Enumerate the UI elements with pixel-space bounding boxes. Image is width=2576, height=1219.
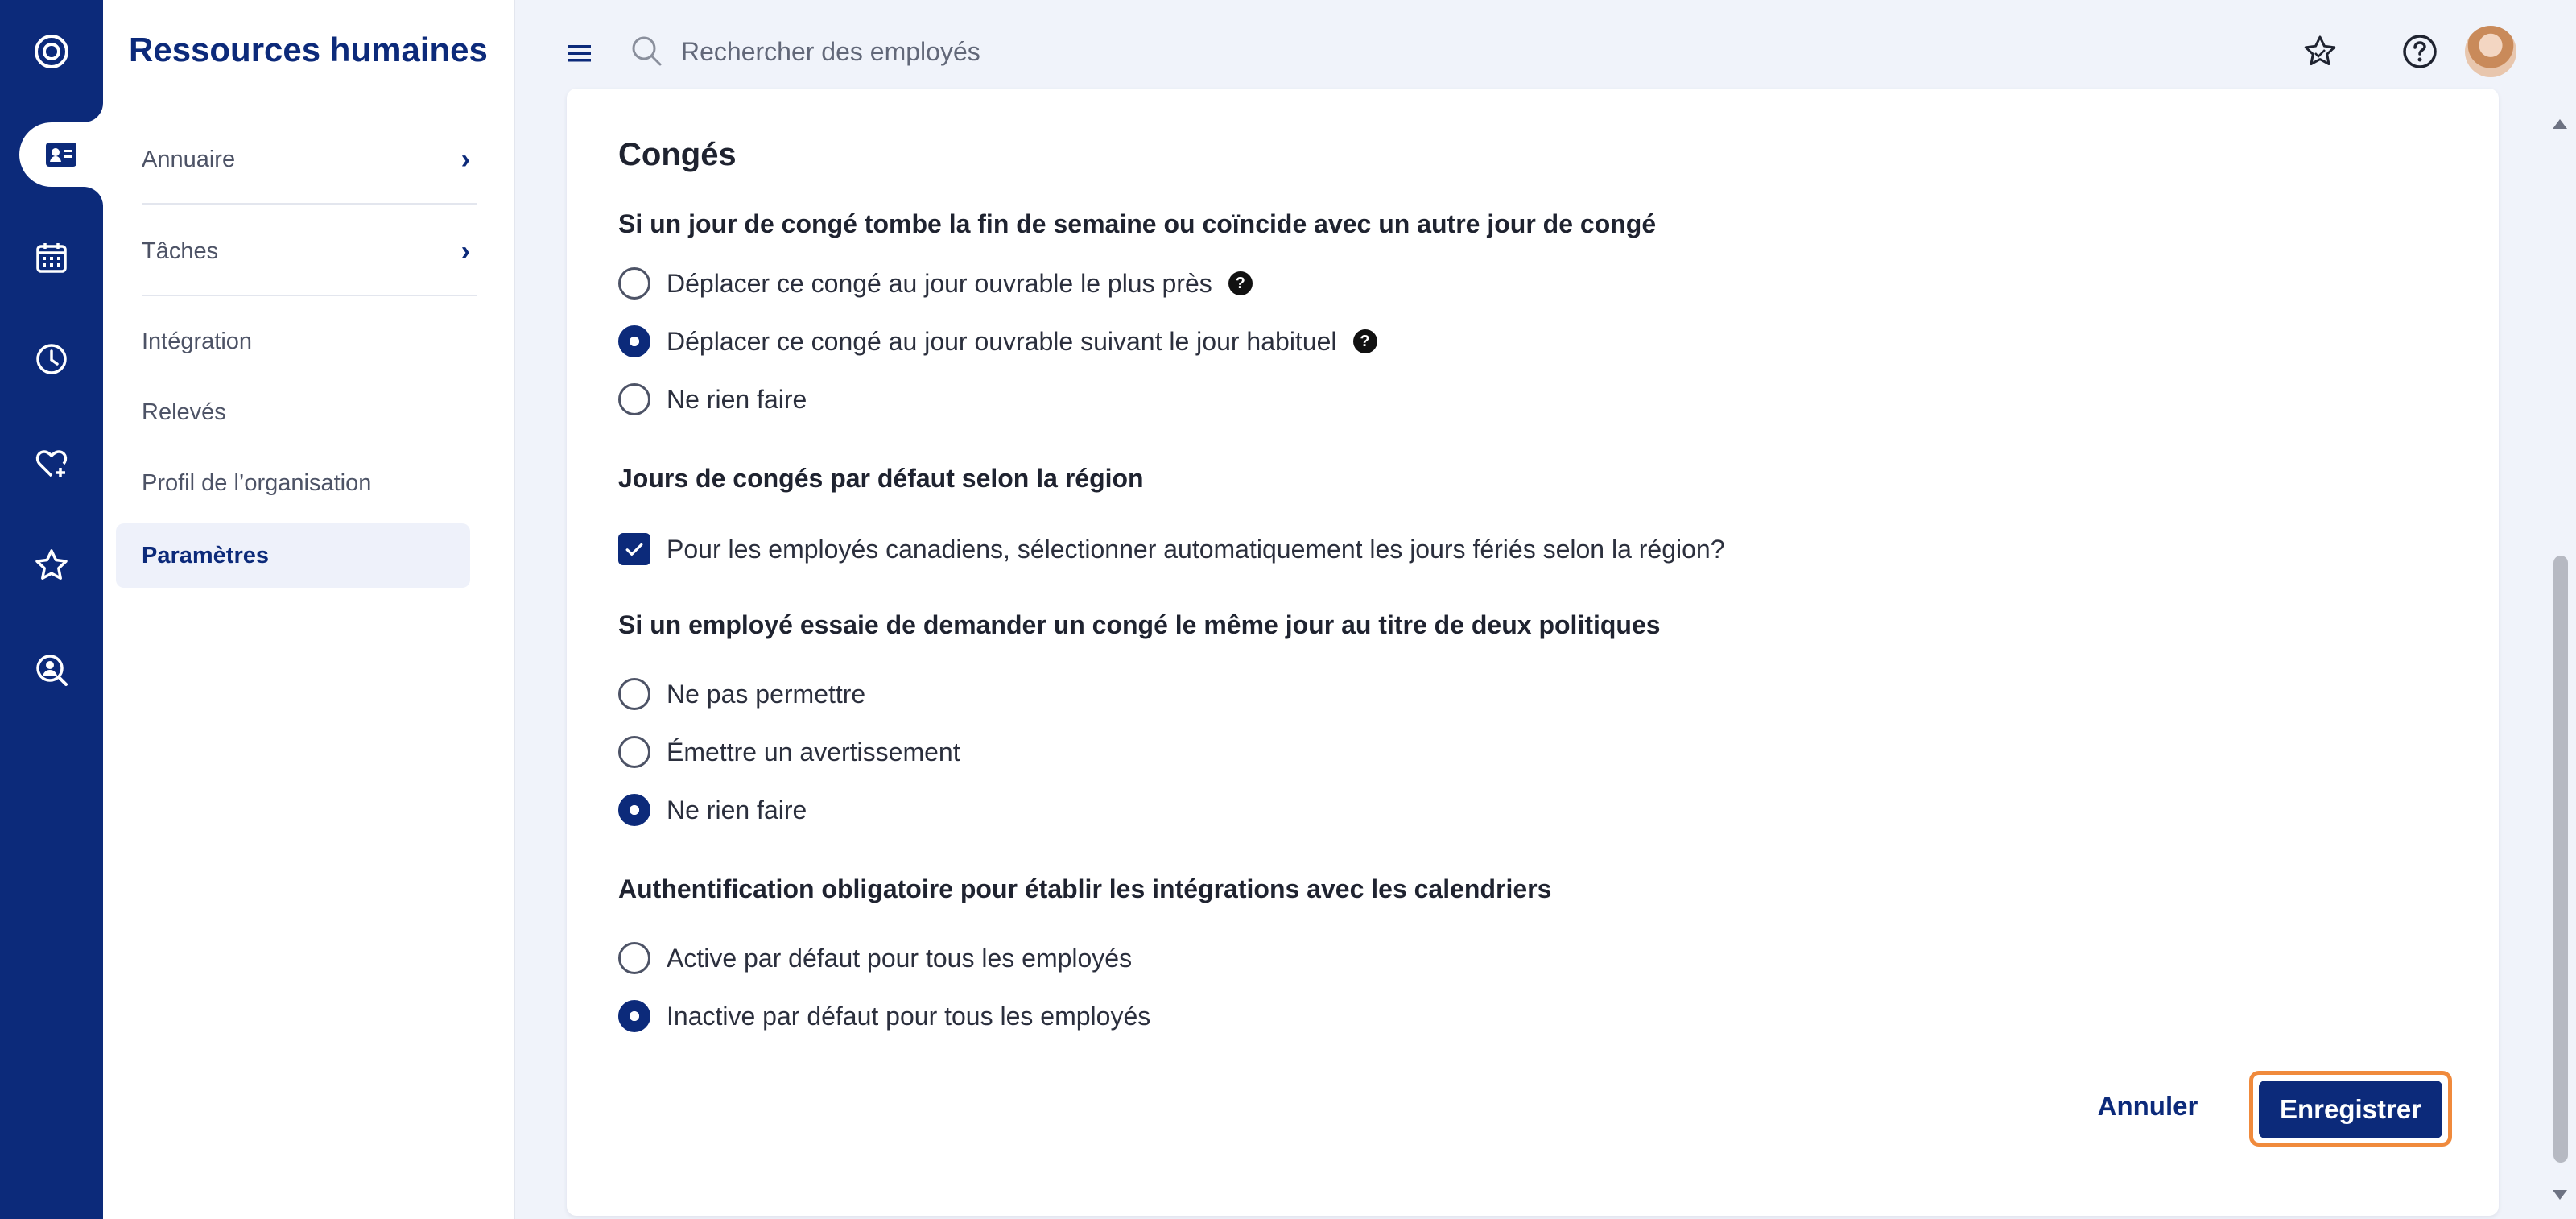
- section-sidebar: Ressources humaines Annuaire › Tâches › …: [103, 0, 515, 1219]
- employee-card-icon: [46, 143, 76, 167]
- option-label: Émettre un avertissement: [667, 737, 960, 767]
- radio-option[interactable]: Ne rien faire: [618, 380, 807, 419]
- radio-button[interactable]: [618, 736, 650, 768]
- divider: [142, 203, 477, 205]
- radio-button[interactable]: [618, 678, 650, 710]
- app-rail: [0, 0, 103, 1219]
- option-label: Déplacer ce congé au jour ouvrable suiva…: [667, 326, 1337, 356]
- calendar-icon: [36, 243, 67, 273]
- radio-button[interactable]: [618, 267, 650, 300]
- radio-button-selected[interactable]: [618, 325, 650, 357]
- star-icon: [35, 549, 68, 580]
- avatar[interactable]: [2465, 26, 2516, 77]
- scroll-up-arrow-icon[interactable]: [2553, 119, 2567, 129]
- search-icon: [632, 36, 662, 66]
- rail-item-directory[interactable]: [19, 122, 103, 187]
- sidebar-item-releves[interactable]: Relevés: [142, 399, 226, 426]
- settings-card: Congés Si un jour de congé tombe la fin …: [567, 89, 2499, 1216]
- radio-option[interactable]: Émettre un avertissement: [618, 733, 960, 771]
- rail-active-corner-top: [84, 103, 103, 122]
- rail-item-wellness[interactable]: [0, 432, 103, 496]
- radio-button[interactable]: [618, 383, 650, 415]
- favorites-button[interactable]: [2296, 27, 2344, 76]
- menu-icon[interactable]: [564, 37, 596, 69]
- search-person-icon: [36, 655, 68, 686]
- option-label: Déplacer ce congé au jour ouvrable le pl…: [667, 268, 1212, 298]
- divider: [142, 295, 477, 296]
- radio-option[interactable]: Ne rien faire: [618, 791, 807, 829]
- checkbox-option[interactable]: Pour les employés canadiens, sélectionne…: [618, 530, 1725, 568]
- clock-icon: [36, 344, 67, 374]
- section-title: Congés: [618, 137, 737, 172]
- radio-option[interactable]: Active par défaut pour tous les employés: [618, 939, 1132, 977]
- heart-plus-icon: [35, 450, 68, 477]
- sidebar-item-parametres[interactable]: Paramètres: [116, 523, 470, 588]
- checkbox-checked[interactable]: [618, 533, 650, 565]
- logo-icon[interactable]: [0, 19, 103, 84]
- option-label: Pour les employés canadiens, sélectionne…: [667, 534, 1725, 564]
- search-input[interactable]: [681, 29, 1406, 74]
- question-label: Si un jour de congé tombe la fin de sema…: [618, 209, 1657, 238]
- help-button[interactable]: [2396, 27, 2444, 76]
- question-label: Authentification obligatoire pour établi…: [618, 874, 1552, 903]
- chevron-right-icon: ›: [460, 143, 470, 175]
- option-label: Ne pas permettre: [667, 679, 866, 709]
- sidebar-item-integration[interactable]: Intégration: [142, 329, 252, 355]
- question-label: Jours de congés par défaut selon la régi…: [618, 464, 1144, 493]
- help-icon[interactable]: ?: [1228, 271, 1253, 295]
- sidebar-item-taches[interactable]: Tâches ›: [142, 206, 477, 296]
- radio-option[interactable]: Ne pas permettre: [618, 675, 865, 713]
- option-label: Inactive par défaut pour tous les employ…: [667, 1001, 1151, 1031]
- radio-option[interactable]: Déplacer ce congé au jour ouvrable suiva…: [618, 322, 1377, 361]
- option-label: Active par défaut pour tous les employés: [667, 943, 1133, 973]
- sidebar-item-label: Tâches: [142, 238, 219, 264]
- help-icon: [2403, 35, 2437, 68]
- sidebar-item-label: Annuaire: [142, 146, 236, 172]
- scrollbar-thumb[interactable]: [2553, 556, 2568, 1163]
- rail-active-corner-bottom: [84, 187, 103, 206]
- radio-button-selected[interactable]: [618, 1000, 650, 1032]
- radio-option[interactable]: Inactive par défaut pour tous les employ…: [618, 997, 1150, 1035]
- sidebar-item-profil-organisation[interactable]: Profil de l’organisation: [142, 470, 371, 497]
- rail-item-calendar[interactable]: [0, 225, 103, 290]
- rail-item-recruiting[interactable]: [0, 638, 103, 702]
- chevron-right-icon: ›: [460, 235, 470, 267]
- star-badge-icon: [2304, 35, 2336, 65]
- scroll-down-arrow-icon[interactable]: [2553, 1190, 2567, 1200]
- checkmark-icon: [625, 543, 643, 556]
- cancel-button[interactable]: Annuler: [2075, 1074, 2220, 1138]
- help-icon[interactable]: ?: [1352, 329, 1377, 353]
- radio-option[interactable]: Déplacer ce congé au jour ouvrable le pl…: [618, 264, 1253, 303]
- question-label: Si un employé essaie de demander un cong…: [618, 610, 1661, 639]
- rail-item-favorites[interactable]: [0, 533, 103, 597]
- app-title: Ressources humaines: [129, 31, 488, 68]
- radio-button[interactable]: [618, 942, 650, 974]
- save-button[interactable]: Enregistrer: [2259, 1081, 2442, 1138]
- rail-item-time[interactable]: [0, 327, 103, 391]
- option-label: Ne rien faire: [667, 384, 807, 414]
- radio-button-selected[interactable]: [618, 794, 650, 826]
- sidebar-item-annuaire[interactable]: Annuaire ›: [142, 114, 477, 205]
- option-label: Ne rien faire: [667, 795, 807, 824]
